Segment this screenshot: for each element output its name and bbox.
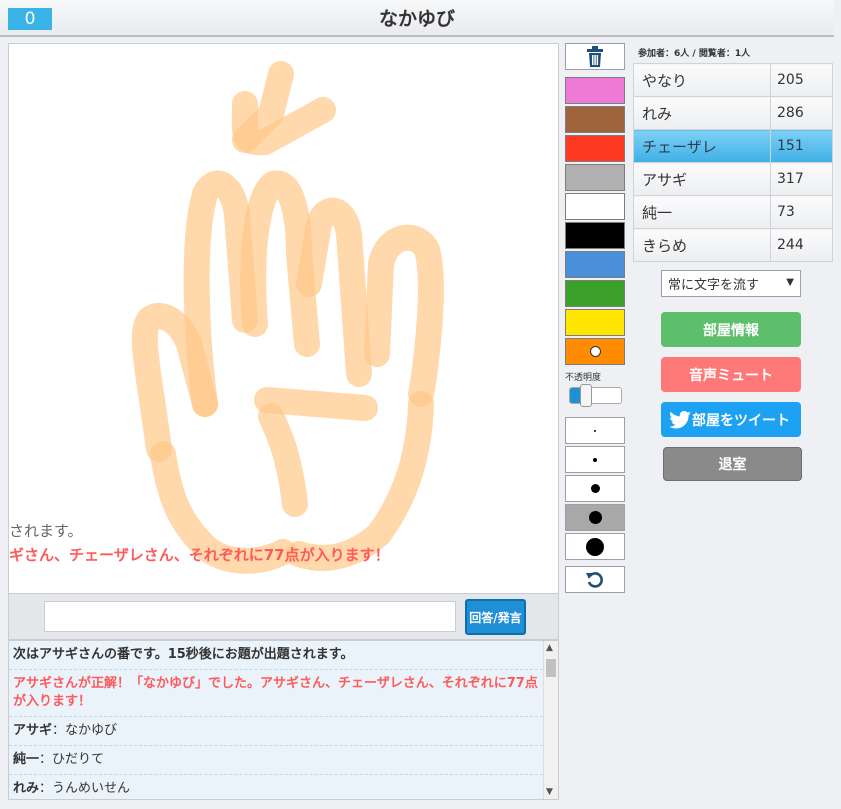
- player-name: チェーザレ: [633, 129, 771, 163]
- flowing-message: されます。: [9, 522, 83, 540]
- player-name: やなり: [633, 63, 771, 97]
- color-swatch-white[interactable]: [565, 193, 625, 220]
- player-score: 73: [770, 195, 833, 229]
- trash-icon: [587, 45, 603, 67]
- color-swatch-orange-selected[interactable]: [565, 338, 625, 365]
- chat-item: れみ：うんめいせん: [9, 775, 558, 799]
- opacity-slider-thumb[interactable]: [580, 384, 592, 407]
- pen-size-5[interactable]: [565, 533, 625, 560]
- chat-item-system: 次はアサギさんの番です。15秒後にお題が出題されます。: [9, 641, 558, 670]
- player-row: 純一 73: [633, 195, 833, 229]
- chat-item-correct: アサギさんが正解！「なかゆび」でした。アサギさん、チェーザレさん、それぞれに77…: [9, 670, 558, 717]
- players-table: やなり 205 れみ 286 チェーザレ 151 アサギ 317 純一 73 きらめ 244: [633, 63, 833, 262]
- player-row: アサギ 317: [633, 162, 833, 196]
- player-row: やなり 205: [633, 63, 833, 97]
- player-row: きらめ 244: [633, 228, 833, 262]
- pen-size-2[interactable]: [565, 446, 625, 473]
- size-dot-icon: [586, 537, 604, 556]
- undo-icon: [586, 571, 603, 588]
- mute-button[interactable]: 音声ミュート: [661, 357, 801, 392]
- flow-text-select[interactable]: 常に文字を流す ▼: [661, 270, 801, 297]
- tweet-button[interactable]: 部屋をツイート: [661, 402, 801, 437]
- player-name: きらめ: [633, 228, 771, 262]
- player-score: 286: [770, 96, 833, 130]
- size-dot-icon: [590, 484, 600, 493]
- undo-button[interactable]: [565, 566, 625, 593]
- size-dot-icon: [588, 511, 602, 524]
- opacity-slider[interactable]: [569, 384, 622, 407]
- player-score: 317: [770, 162, 833, 196]
- color-swatch-blue[interactable]: [565, 251, 625, 278]
- answer-bar: 回答/発言: [8, 594, 559, 640]
- player-score: 205: [770, 63, 833, 97]
- color-swatch-red[interactable]: [565, 135, 625, 162]
- player-row: れみ 286: [633, 96, 833, 130]
- answer-submit-button[interactable]: 回答/発言: [465, 599, 526, 635]
- leave-room-button[interactable]: 退室: [663, 447, 802, 481]
- top-bar: 0 なかゆび: [0, 0, 834, 37]
- player-score: 244: [770, 228, 833, 262]
- size-dot-icon: [593, 457, 597, 462]
- topic-title: なかゆび: [378, 8, 455, 30]
- drawing-canvas[interactable]: されます。 ギさん、チェーザレさん、それぞれに77点が入ります！: [8, 43, 559, 594]
- chat-message: なかゆび: [65, 723, 118, 738]
- scroll-thumb[interactable]: [546, 659, 556, 677]
- participants-count: 参加者：6人 / 閲覧者：1人: [638, 49, 751, 59]
- twitter-bird-icon: [669, 411, 691, 429]
- color-swatch-black[interactable]: [565, 222, 625, 249]
- chat-user: れみ: [13, 781, 40, 796]
- player-name: 純一: [633, 195, 771, 229]
- color-swatch-gray[interactable]: [565, 164, 625, 191]
- player-score: 151: [770, 129, 833, 163]
- room-info-button[interactable]: 部屋情報: [661, 312, 801, 347]
- scroll-down-icon[interactable]: ▼: [546, 787, 553, 797]
- flow-text-select-value: 常に文字を流す: [668, 278, 760, 293]
- flowing-message-red: ギさん、チェーザレさん、それぞれに77点が入ります！: [9, 546, 390, 564]
- opacity-label: 不透明度: [565, 373, 602, 383]
- chat-item: アサギ：なかゆび: [9, 717, 558, 746]
- scroll-up-icon[interactable]: ▲: [546, 643, 553, 653]
- color-swatch-brown[interactable]: [565, 106, 625, 133]
- pen-size-4-selected[interactable]: [565, 504, 625, 531]
- chat-scrollbar[interactable]: ▲ ▼: [543, 641, 558, 799]
- player-name: れみ: [633, 96, 771, 130]
- chat-message: うんめいせん: [52, 781, 131, 796]
- drawing-strokes: [131, 61, 444, 574]
- chat-log[interactable]: 次はアサギさんの番です。15秒後にお題が出題されます。 アサギさんが正解！「なか…: [8, 640, 559, 800]
- selected-indicator-icon: [589, 346, 601, 357]
- pen-size-1[interactable]: [565, 417, 625, 444]
- chat-user: アサギ: [13, 723, 53, 738]
- chat-item: 純一：ひだりて: [9, 746, 558, 775]
- answer-input[interactable]: [44, 601, 456, 632]
- chat-user: 純一: [13, 752, 40, 767]
- dropdown-arrow-icon: ▼: [786, 277, 794, 288]
- color-swatch-green[interactable]: [565, 280, 625, 307]
- color-swatch-pink[interactable]: [565, 77, 625, 104]
- clear-canvas-button[interactable]: [565, 43, 625, 70]
- pen-size-3[interactable]: [565, 475, 625, 502]
- player-row-drawer: チェーザレ 151: [633, 129, 833, 163]
- chat-message: ひだりて: [52, 752, 105, 767]
- color-swatch-yellow[interactable]: [565, 309, 625, 336]
- player-name: アサギ: [633, 162, 771, 196]
- tweet-button-label: 部屋をツイート: [692, 412, 790, 429]
- size-dot-icon: [594, 429, 596, 432]
